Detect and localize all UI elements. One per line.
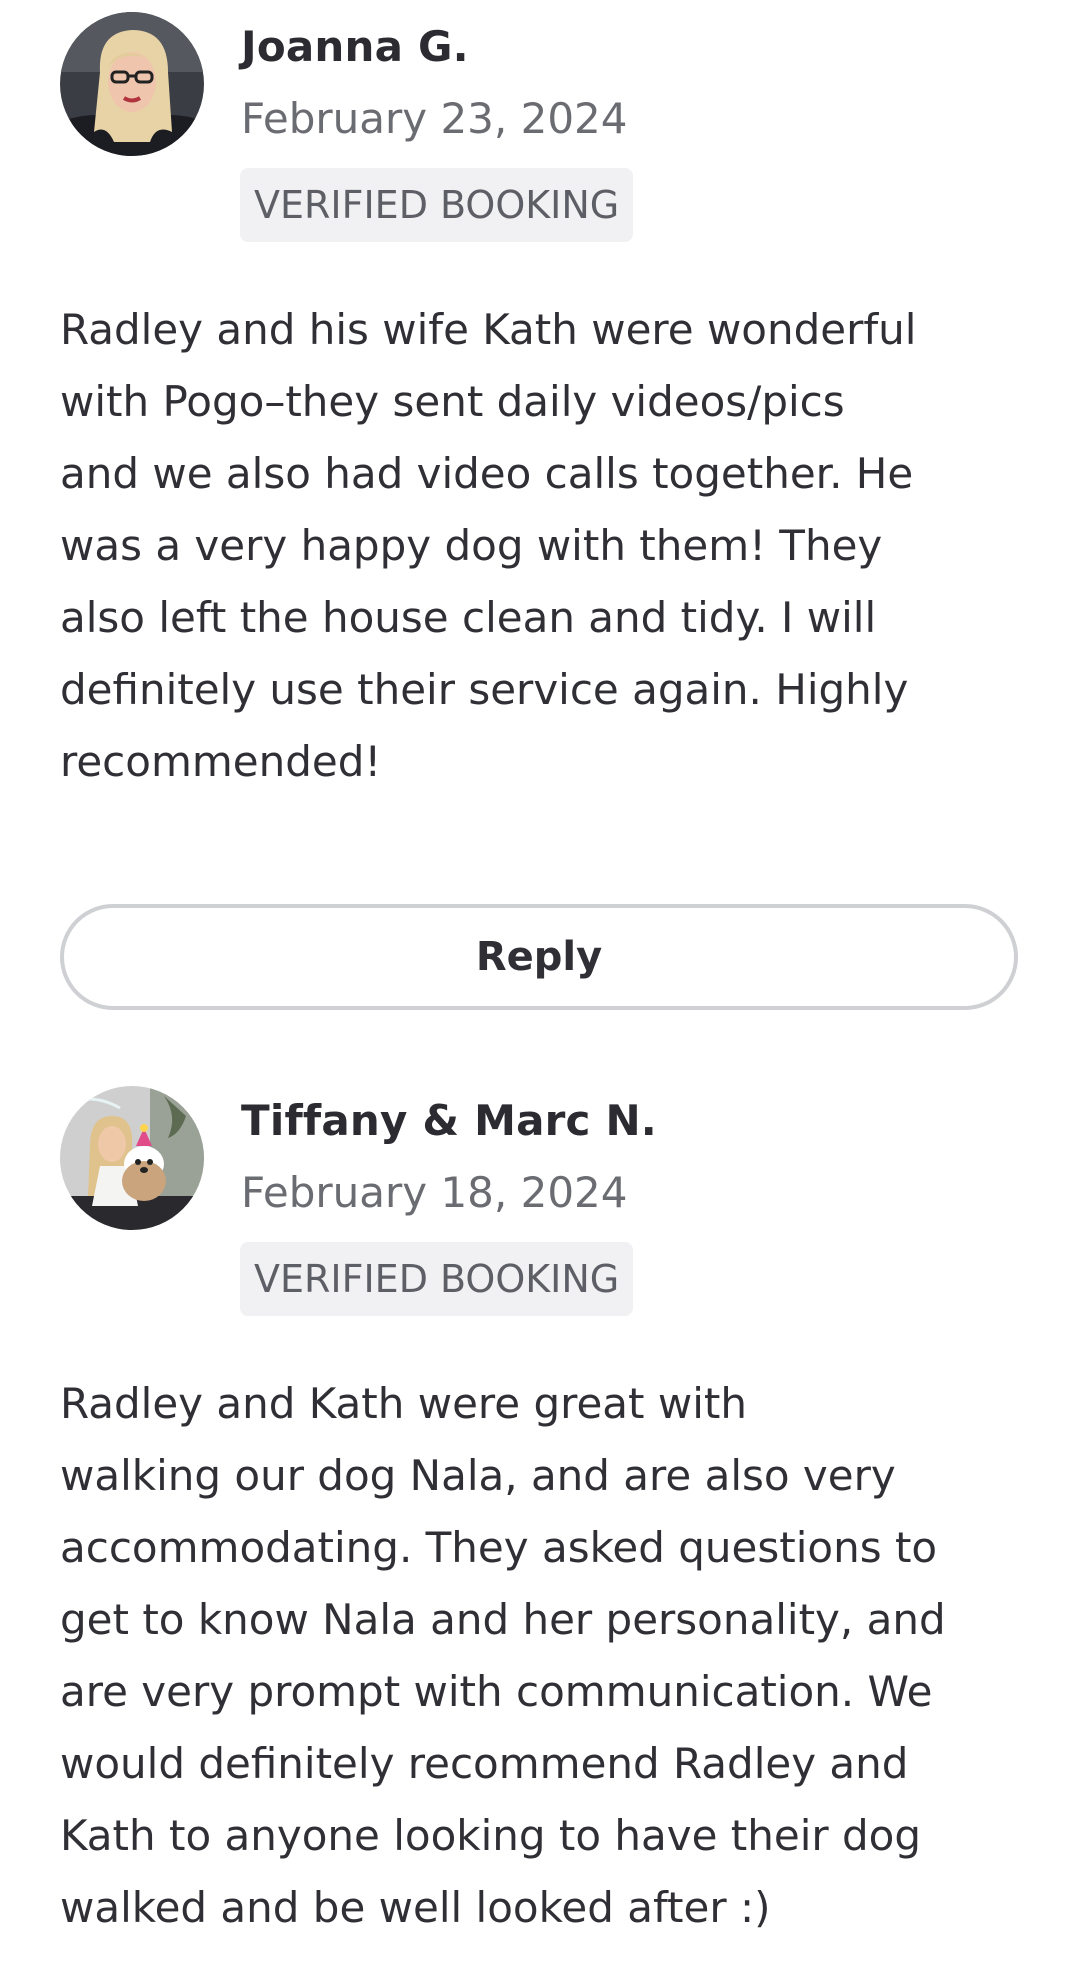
review-text: Radley and Kath were great with walking … (60, 1368, 1020, 1944)
review-date: February 18, 2024 (241, 1168, 628, 1217)
reviewer-avatar[interactable] (60, 12, 204, 156)
review-text-line: Radley and his wife Kath were wonderful (60, 305, 917, 354)
review-text-line: walking our dog Nala, and are also very (60, 1451, 896, 1500)
verified-booking-badge: VERIFIED BOOKING (240, 1242, 634, 1316)
review-text-line: with Pogo–they sent daily videos/pics (60, 377, 845, 426)
review-text-line: definitely use their service again. High… (60, 665, 909, 714)
reviewer-avatar[interactable] (60, 1086, 204, 1230)
review-text-line: get to know Nala and her personality, an… (60, 1595, 946, 1644)
verified-booking-badge: VERIFIED BOOKING (240, 168, 634, 242)
review-text-line: accommodating. They asked questions to (60, 1523, 938, 1572)
review-text-line: also left the house clean and tidy. I wi… (60, 593, 877, 642)
review-text-line: Kath to anyone looking to have their dog (60, 1811, 922, 1860)
reviewer-name: Tiffany & Marc N. (241, 1096, 657, 1145)
review-text-line: Radley and Kath were great with (60, 1379, 747, 1428)
reviewer-name: Joanna G. (241, 22, 469, 71)
review-date: February 23, 2024 (241, 94, 628, 143)
review-text-line: would definitely recommend Radley and (60, 1739, 909, 1788)
review-text-line: are very prompt with communication. We (60, 1667, 933, 1716)
review-text-line: walked and be well looked after :) (60, 1883, 771, 1932)
profile-photo-avatar-icon (60, 12, 204, 156)
review-text-line: recommended! (60, 737, 382, 786)
review-text-line: and we also had video calls together. He (60, 449, 914, 498)
review-text-line: was a very happy dog with them! They (60, 521, 883, 570)
review-text: Radley and his wife Kath were wonderful … (60, 294, 1020, 798)
reply-button[interactable]: Reply (60, 904, 1018, 1010)
profile-photo-avatar-icon (60, 1086, 204, 1230)
